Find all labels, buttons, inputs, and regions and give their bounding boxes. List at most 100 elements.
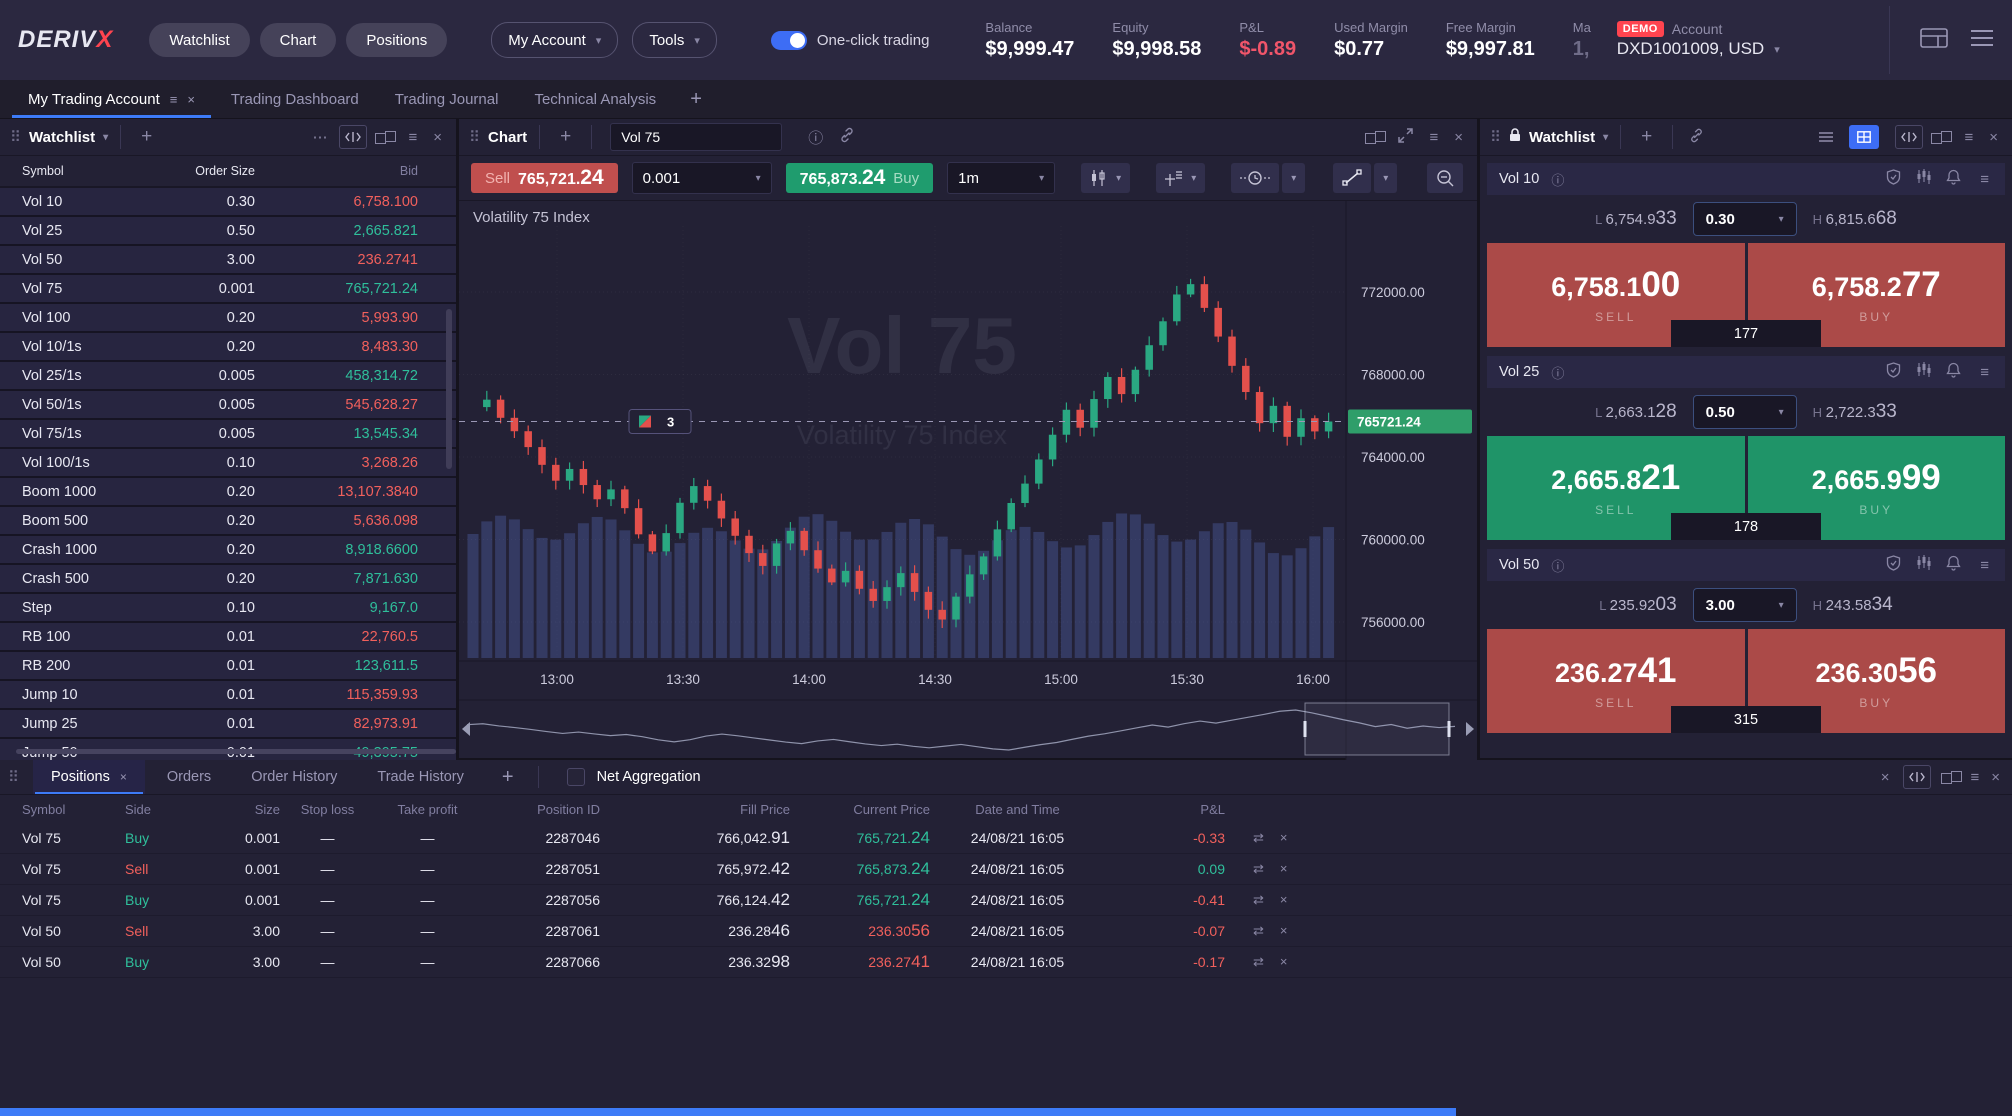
watchlist-row[interactable]: Crash 10000.208,918.6600 xyxy=(0,536,456,565)
position-row[interactable]: Vol 75Sell0.001——2287051765,972.42765,87… xyxy=(0,854,2012,885)
layout-icon[interactable] xyxy=(1920,28,1948,53)
interval-select[interactable]: 1m▾ xyxy=(947,162,1055,194)
close-panel-icon[interactable]: × xyxy=(1987,769,2004,786)
price-chart-svg[interactable]: Vol 75Volatility 75 Index3772000.0076800… xyxy=(459,201,1477,762)
quantity-select[interactable]: 0.30▾ xyxy=(1693,202,1797,236)
drag-handle-icon[interactable]: ⠿ xyxy=(1490,128,1501,146)
zoom-out-button[interactable] xyxy=(1427,163,1463,193)
card-menu-icon[interactable]: ≡ xyxy=(1976,364,1993,381)
panel-menu-icon[interactable]: ≡ xyxy=(404,129,421,146)
reverse-position-icon[interactable]: ⇄ xyxy=(1253,892,1264,908)
nav-chart-button[interactable]: Chart xyxy=(260,23,337,57)
net-aggregation-checkbox[interactable] xyxy=(567,768,585,786)
more-options-icon[interactable]: ⋯ xyxy=(308,128,331,146)
splitter-icon[interactable] xyxy=(339,125,367,149)
shield-icon[interactable] xyxy=(1886,169,1901,190)
close-panel-icon[interactable]: × xyxy=(1985,129,2002,146)
workspace-tab-trading-dashboard[interactable]: Trading Dashboard xyxy=(213,80,377,118)
link-icon[interactable] xyxy=(835,127,859,147)
horizontal-scrollbar[interactable] xyxy=(16,749,456,754)
splitter-icon[interactable] xyxy=(1903,765,1931,789)
duplicate-panel-icon[interactable] xyxy=(1931,131,1952,144)
watchlist-row[interactable]: Vol 100/1s0.103,268.26 xyxy=(0,449,456,478)
close-position-icon[interactable]: × xyxy=(1280,954,1288,970)
reverse-position-icon[interactable]: ⇄ xyxy=(1253,923,1264,939)
position-row[interactable]: Vol 50Sell3.00——2287061236.2846236.30562… xyxy=(0,916,2012,947)
watchlist-row[interactable]: Step0.109,167.0 xyxy=(0,594,456,623)
watchlist-title[interactable]: Watchlist▾ xyxy=(29,129,108,146)
shield-icon[interactable] xyxy=(1886,362,1901,383)
vertical-scrollbar[interactable] xyxy=(446,309,452,469)
add-chart-button[interactable]: + xyxy=(552,126,579,148)
close-position-icon[interactable]: × xyxy=(1280,892,1288,908)
watchlist-row[interactable]: Jump 100.01115,359.93 xyxy=(0,681,456,710)
nav-positions-button[interactable]: Positions xyxy=(346,23,447,57)
bell-icon[interactable] xyxy=(1946,362,1961,383)
drag-handle-icon[interactable]: ⠿ xyxy=(469,128,480,146)
bell-icon[interactable] xyxy=(1946,169,1961,190)
info-icon[interactable]: ⓘ xyxy=(1547,170,1568,189)
chart-type-button[interactable]: ▾ xyxy=(1081,163,1130,193)
time-tool-button[interactable] xyxy=(1231,163,1279,193)
card-menu-icon[interactable]: ≡ xyxy=(1976,557,1993,574)
position-row[interactable]: Vol 50Buy3.00——2287066236.3298236.274124… xyxy=(0,947,2012,978)
watchlist-row[interactable]: RB 1000.0122,760.5 xyxy=(0,623,456,652)
position-row[interactable]: Vol 75Buy0.001——2287056766,124.42765,721… xyxy=(0,885,2012,916)
info-icon[interactable]: ⓘ xyxy=(804,127,827,148)
navigator-selection[interactable] xyxy=(1305,703,1449,755)
close-panel-icon[interactable]: × xyxy=(1450,129,1467,146)
close-position-icon[interactable]: × xyxy=(1280,861,1288,877)
position-row[interactable]: Vol 75Buy0.001——2287046766,042.91765,721… xyxy=(0,823,2012,854)
link-icon[interactable] xyxy=(1685,128,1708,147)
symbol-input[interactable]: Vol 75 xyxy=(610,123,782,151)
bell-icon[interactable] xyxy=(1946,555,1961,576)
candlestick-icon[interactable] xyxy=(1916,555,1931,575)
add-symbol-button[interactable]: + xyxy=(133,126,160,148)
watchlist-row[interactable]: RB 2000.01123,611.5 xyxy=(0,652,456,681)
drag-handle-icon[interactable]: ⠿ xyxy=(8,768,19,786)
bottom-tab-trade-history[interactable]: Trade History xyxy=(359,760,481,794)
main-menu-icon[interactable] xyxy=(1970,29,1994,52)
quantity-select[interactable]: 0.50▾ xyxy=(1693,395,1797,429)
watchlist-row[interactable]: Vol 503.00236.2741 xyxy=(0,246,456,275)
nav-watchlist-button[interactable]: Watchlist xyxy=(149,23,249,57)
close-position-icon[interactable]: × xyxy=(1280,923,1288,939)
quantity-select[interactable]: 3.00▾ xyxy=(1693,588,1797,622)
add-tab-button[interactable]: + xyxy=(486,760,530,794)
panel-menu-icon[interactable]: ≡ xyxy=(1425,129,1442,146)
tab-close-icon[interactable]: × xyxy=(120,770,127,784)
chart-navigator[interactable] xyxy=(459,700,1477,755)
bottom-tab-positions[interactable]: Positions× xyxy=(33,760,145,794)
drag-handle-icon[interactable]: ⠿ xyxy=(10,128,21,146)
watchlist-row[interactable]: Vol 10/1s0.208,483.30 xyxy=(0,333,456,362)
buy-button[interactable]: 765,873.24 Buy xyxy=(786,163,934,193)
close-position-icon[interactable]: × xyxy=(1280,830,1288,846)
candlestick-icon[interactable] xyxy=(1916,362,1931,382)
duplicate-panel-icon[interactable] xyxy=(1941,771,1962,784)
bottom-tab-order-history[interactable]: Order History xyxy=(233,760,355,794)
reverse-position-icon[interactable]: ⇄ xyxy=(1253,954,1264,970)
watchlist-row[interactable]: Vol 75/1s0.00513,545.34 xyxy=(0,420,456,449)
watchlist-row[interactable]: Vol 100.306,758.100 xyxy=(0,188,456,217)
splitter-icon[interactable] xyxy=(1895,125,1923,149)
account-selector[interactable]: DEMO Account DXD1001009, USD ▾ xyxy=(1617,21,1780,59)
duplicate-panel-icon[interactable] xyxy=(1365,131,1386,144)
price-lines-button[interactable]: ▾ xyxy=(1156,163,1205,193)
watchlist-title[interactable]: Watchlist▾ xyxy=(1529,129,1608,146)
time-tool-caret[interactable]: ▾ xyxy=(1282,163,1305,193)
watchlist-row[interactable]: Vol 750.001765,721.24 xyxy=(0,275,456,304)
watchlist-row[interactable]: Boom 10000.2013,107.3840 xyxy=(0,478,456,507)
watchlist-row[interactable]: Vol 25/1s0.005458,314.72 xyxy=(0,362,456,391)
tab-close-icon[interactable]: × xyxy=(187,92,195,107)
chart-canvas[interactable]: Volatility 75 Index Vol 75Volatility 75 … xyxy=(459,201,1477,762)
quantity-select[interactable]: 0.001▾ xyxy=(632,162,772,194)
open-positions-marker[interactable]: 3 xyxy=(629,409,691,433)
list-view-button[interactable] xyxy=(1811,125,1841,149)
navigator-left-arrow[interactable] xyxy=(462,722,470,736)
add-symbol-button[interactable]: + xyxy=(1633,126,1660,148)
duplicate-panel-icon[interactable] xyxy=(375,131,396,144)
watchlist-row[interactable]: Vol 1000.205,993.90 xyxy=(0,304,456,333)
watchlist-row[interactable]: Vol 250.502,665.821 xyxy=(0,217,456,246)
menu-my-account-button[interactable]: My Account▾ xyxy=(491,22,618,58)
grid-view-button[interactable] xyxy=(1849,125,1879,149)
